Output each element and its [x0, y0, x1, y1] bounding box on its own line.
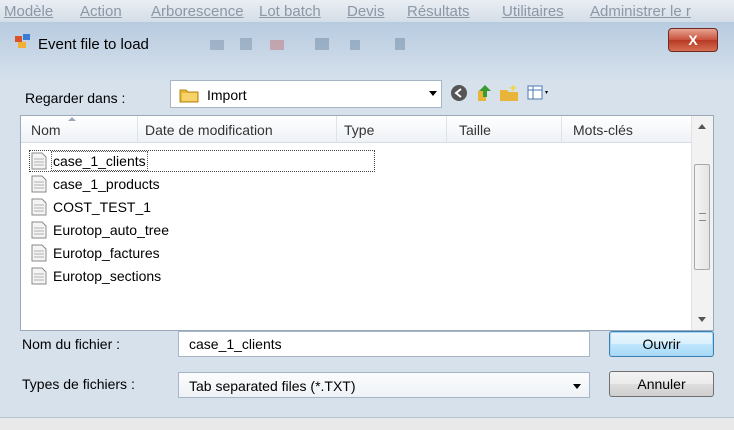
file-name: Eurotop_sections: [53, 268, 162, 284]
open-file-dialog: Event file to load X Regarder dans : Imp…: [0, 22, 734, 430]
file-name: COST_TEST_1: [53, 199, 152, 215]
app-icon: [15, 34, 30, 48]
vertical-scrollbar[interactable]: [691, 116, 713, 330]
menu-resultats[interactable]: Résultats: [407, 3, 470, 20]
up-folder-icon[interactable]: [474, 82, 496, 104]
text-file-icon: [31, 198, 47, 216]
menu-utilitaires[interactable]: Utilitaires: [502, 3, 564, 20]
file-name: Eurotop_auto_tree: [53, 222, 169, 238]
scroll-down-arrow-icon[interactable]: [698, 317, 706, 322]
look-in-label: Regarder dans :: [25, 90, 126, 106]
scrollbar-thumb[interactable]: [694, 164, 710, 270]
file-name: Eurotop_factures: [53, 245, 160, 261]
file-list[interactable]: Nom Date de modification Type Taille Mot…: [20, 115, 714, 331]
dialog-title: Event file to load: [38, 36, 149, 53]
new-folder-icon[interactable]: [498, 82, 520, 104]
menu-action[interactable]: Action: [80, 3, 122, 20]
view-menu-icon[interactable]: [526, 82, 552, 104]
text-file-icon: [31, 175, 47, 193]
text-file-icon: [31, 221, 47, 239]
column-keywords[interactable]: Mots-clés: [573, 122, 633, 138]
scroll-up-arrow-icon[interactable]: [698, 124, 706, 129]
column-size[interactable]: Taille: [459, 122, 491, 138]
filetype-value: Tab separated files (*.TXT): [189, 378, 356, 394]
menu-modele[interactable]: Modèle: [4, 3, 53, 20]
filetype-dropdown[interactable]: Tab separated files (*.TXT): [178, 372, 590, 398]
filetype-label: Types de fichiers :: [22, 376, 135, 392]
background-toolbar-icons: [210, 38, 405, 50]
look-in-dropdown[interactable]: Import: [170, 80, 442, 108]
text-file-icon: [31, 267, 47, 285]
sort-ascending-icon: [68, 117, 76, 121]
text-file-icon: [31, 244, 47, 262]
menu-lot-batch[interactable]: Lot batch: [259, 3, 321, 20]
column-header: Nom Date de modification Type Taille Mot…: [21, 116, 693, 143]
chevron-down-icon: [429, 91, 437, 96]
look-in-value: Import: [207, 87, 247, 103]
cancel-button[interactable]: Annuler: [609, 371, 714, 397]
filename-label: Nom du fichier :: [22, 336, 121, 352]
folder-icon: [179, 89, 199, 103]
status-strip: [0, 417, 734, 430]
app-menubar: Modèle Action Arborescence Lot batch Dev…: [0, 0, 734, 22]
column-name[interactable]: Nom: [31, 122, 61, 138]
menu-arborescence[interactable]: Arborescence: [151, 3, 244, 20]
filename-input[interactable]: [178, 331, 590, 357]
text-file-icon: [31, 152, 47, 170]
dialog-titlebar[interactable]: Event file to load X: [0, 22, 734, 56]
chevron-down-icon: [573, 384, 581, 389]
menu-devis[interactable]: Devis: [347, 3, 385, 20]
open-button[interactable]: Ouvrir: [609, 331, 714, 357]
column-type[interactable]: Type: [344, 122, 374, 138]
back-icon[interactable]: [448, 82, 470, 104]
column-date-modified[interactable]: Date de modification: [145, 122, 273, 138]
menu-administrer[interactable]: Administrer le r: [590, 3, 691, 20]
close-button[interactable]: X: [668, 28, 718, 52]
file-name: case_1_products: [53, 176, 160, 192]
file-name: case_1_clients: [51, 151, 148, 171]
